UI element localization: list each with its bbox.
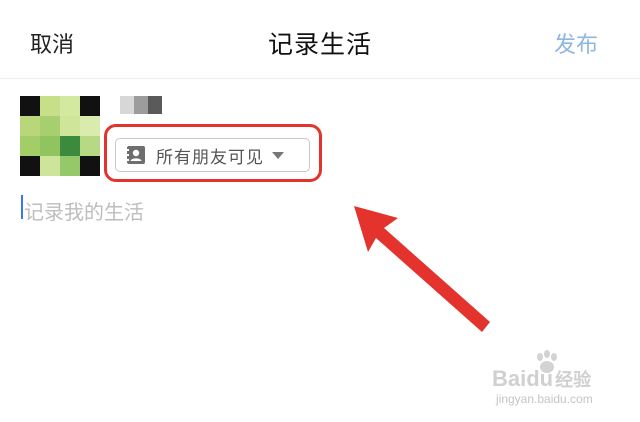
avatar	[20, 96, 100, 176]
username-mosaic	[120, 96, 162, 114]
avatar-mosaic-cell	[60, 96, 80, 116]
avatar-mosaic-cell	[60, 156, 80, 176]
contacts-icon	[126, 145, 146, 165]
avatar-mosaic-cell	[60, 116, 80, 136]
chevron-down-icon	[272, 151, 284, 159]
post-text-input[interactable]	[24, 192, 614, 232]
avatar-mosaic-cell	[60, 136, 80, 156]
username-mosaic-cell	[120, 96, 134, 114]
publish-button[interactable]: 发布	[554, 27, 598, 59]
watermark-brand: Baidu 经验	[492, 366, 592, 391]
avatar-mosaic-cell	[80, 116, 100, 136]
username-mosaic-cell	[134, 96, 148, 114]
compose-screen: 取消 记录生活 发布 所有朋友可见 记录我的生活 Baidu 经验 jingya…	[0, 0, 640, 422]
avatar-mosaic-cell	[20, 116, 40, 136]
avatar-mosaic-cell	[80, 136, 100, 156]
avatar-mosaic-cell	[80, 96, 100, 116]
avatar-mosaic-cell	[80, 156, 100, 176]
username-mosaic-cell	[148, 96, 162, 114]
avatar-mosaic-cell	[20, 96, 40, 116]
avatar-mosaic-cell	[40, 156, 60, 176]
avatar-mosaic-cell	[40, 116, 60, 136]
avatar-mosaic-cell	[20, 136, 40, 156]
baidu-watermark: Baidu 经验 jingyan.baidu.com	[480, 348, 630, 408]
watermark-site: jingyan.baidu.com	[496, 392, 593, 406]
page-title: 记录生活	[267, 30, 372, 59]
avatar-mosaic-cell	[40, 136, 60, 156]
visibility-selector[interactable]: 所有朋友可见	[115, 138, 310, 172]
annotation-arrow-icon	[354, 206, 490, 332]
avatar-mosaic-cell	[40, 96, 60, 116]
avatar-mosaic-cell	[20, 156, 40, 176]
text-cursor	[21, 195, 23, 219]
navigation-bar: 取消 记录生活 发布	[0, 0, 640, 79]
visibility-label: 所有朋友可见	[156, 147, 264, 168]
